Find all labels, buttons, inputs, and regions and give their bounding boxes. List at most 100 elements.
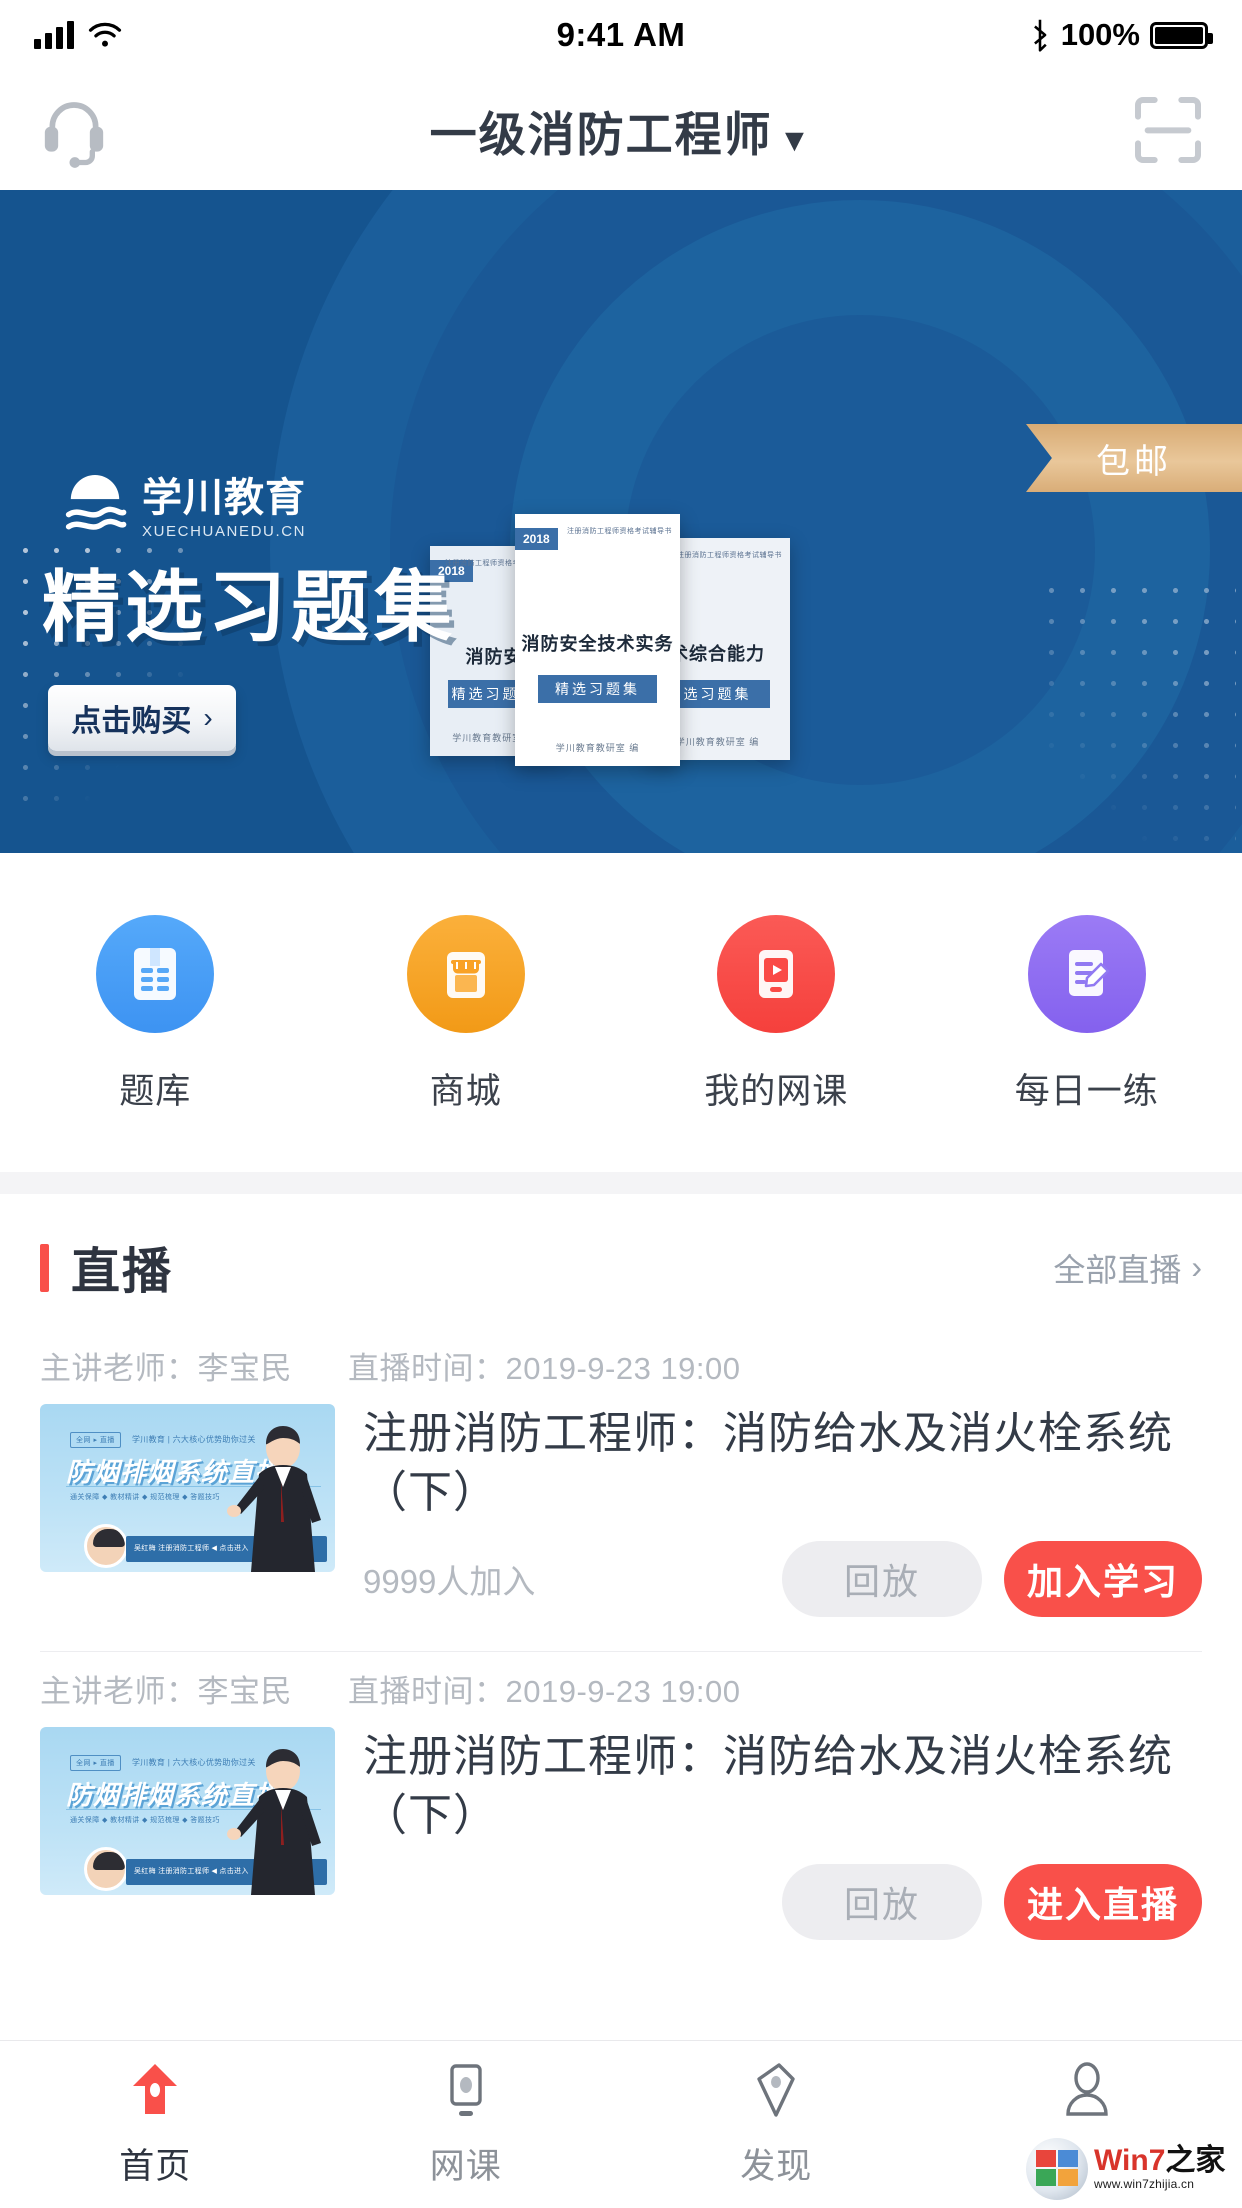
thumb-features: 通关保障 ◆ 教材精讲 ◆ 规范梳理 ◆ 答题技巧 — [70, 1815, 220, 1825]
book-top-line: 注册消防工程师资格考试辅导书 — [677, 550, 782, 560]
page-title[interactable]: 一级消防工程师▼ — [0, 96, 1242, 165]
book-top-line: 注册消防工程师资格考试辅导书 — [567, 526, 672, 536]
live-thumbnail[interactable]: 全网 ▸ 直播 学川教育 | 六大核心优势助你过关 防烟排烟系统直播 通关保障 … — [40, 1404, 335, 1572]
quick-nav-item-wangke[interactable]: 我的网课 — [621, 915, 932, 1114]
quick-nav-label: 商城 — [430, 1063, 502, 1114]
headset-icon[interactable] — [34, 90, 114, 170]
live-thumbnail[interactable]: 全网 ▸ 直播 学川教育 | 六大核心优势助你过关 防烟排烟系统直播 通关保障 … — [40, 1727, 335, 1895]
live-section-title: 直播 — [71, 1232, 173, 1303]
watermark-text: Win7之家 www.win7zhijia.cn — [1094, 2146, 1232, 2192]
app-header: 一级消防工程师▼ — [0, 70, 1242, 190]
buy-now-label: 点击购买 — [71, 696, 191, 740]
quick-nav-item-meiri[interactable]: 每日一练 — [932, 915, 1242, 1114]
tab-discover[interactable]: 发现 — [621, 2041, 932, 2208]
status-time: 9:41 AM — [0, 16, 1242, 54]
live-detail: 注册消防工程师：消防给水及消火栓系统（下） 回放 进入直播 — [363, 1727, 1202, 1940]
presenter-illustration — [223, 1422, 335, 1572]
free-shipping-ribbon: 包邮 — [1026, 424, 1242, 492]
bottom-tab-bar: 首页 网课 发现 我的 Win7之家 www.win7zhijia.cn — [0, 2040, 1242, 2208]
live-actions: 回放 进入直播 — [363, 1864, 1202, 1940]
teacher-avatar — [84, 1847, 128, 1891]
section-accent-bar — [40, 1244, 49, 1292]
banner-dot-pattern-right — [1036, 575, 1236, 853]
quick-nav-icon-bg — [407, 915, 525, 1033]
page-title-text: 一级消防工程师 — [430, 108, 773, 161]
tab-home[interactable]: 首页 — [0, 2041, 311, 2208]
live-time: 直播时间：2019-9-23 19:00 — [348, 1343, 741, 1388]
tab-label: 发现 — [740, 2138, 812, 2189]
live-body: 全网 ▸ 直播 学川教育 | 六大核心优势助你过关 防烟排烟系统直播 通关保障 … — [40, 1404, 1202, 1617]
pen-paper-icon — [1060, 944, 1114, 1004]
watermark-overlay: Win7之家 www.win7zhijia.cn — [1020, 2132, 1238, 2206]
live-body: 全网 ▸ 直播 学川教育 | 六大核心优势助你过关 防烟排烟系统直播 通关保障 … — [40, 1727, 1202, 1940]
tab-label: 首页 — [119, 2138, 191, 2189]
tab-courses[interactable]: 网课 — [311, 2041, 622, 2208]
brand-name-en: XUECHUANEDU.CN — [142, 524, 306, 539]
banner-headline: 精选习题集 — [42, 545, 457, 657]
teacher-avatar — [84, 1524, 128, 1568]
book-subtitle: 精选习题集 — [538, 675, 657, 703]
promo-banner[interactable]: 包邮 2018 注册消防工程师资格考试辅导书 消防安 精选习题集 学川教育教研室… — [0, 190, 1242, 853]
thumb-features: 通关保障 ◆ 教材精讲 ◆ 规范梳理 ◆ 答题技巧 — [70, 1492, 220, 1502]
person-icon — [1056, 2060, 1118, 2122]
watermark-line1-b: 之家 — [1165, 2144, 1225, 2177]
quick-nav-label: 题库 — [119, 1063, 191, 1114]
quick-nav-icon-bg — [96, 915, 214, 1033]
brand-name-cn: 学川教育 — [142, 478, 306, 518]
quick-nav-label: 我的网课 — [704, 1063, 848, 1114]
live-meta: 主讲老师：李宝民 直播时间：2019-9-23 19:00 — [40, 1329, 1202, 1404]
free-shipping-label: 包邮 — [1096, 434, 1172, 483]
live-joined-count: 9999人加入 — [363, 1555, 535, 1603]
chevron-down-icon: ▼ — [779, 122, 813, 158]
book-icon — [128, 944, 182, 1004]
brand-logo: 学川教育 XUECHUANEDU.CN — [62, 475, 306, 541]
live-teacher: 主讲老师：李宝民 — [40, 1343, 292, 1388]
windows-logo-icon — [1026, 2138, 1088, 2200]
book-subtitle: 选习题集 — [665, 680, 769, 708]
scan-qr-icon[interactable] — [1128, 90, 1208, 170]
enter-live-button[interactable]: 进入直播 — [1004, 1864, 1202, 1940]
status-bar: 9:41 AM 100% — [0, 0, 1242, 70]
live-section-header: 直播 全部直播 › — [0, 1194, 1242, 1329]
store-icon — [439, 944, 493, 1004]
live-title: 注册消防工程师：消防给水及消火栓系统（下） — [363, 1404, 1202, 1523]
quick-nav-icon-bg — [717, 915, 835, 1033]
live-list-item[interactable]: 主讲老师：李宝民 直播时间：2019-9-23 19:00 全网 ▸ 直播 学川… — [0, 1652, 1242, 1940]
live-actions: 9999人加入 回放 加入学习 — [363, 1541, 1202, 1617]
section-divider — [0, 1172, 1242, 1194]
wave-logo-icon — [62, 475, 128, 541]
tag-icon — [745, 2060, 807, 2122]
replay-button[interactable]: 回放 — [782, 1864, 982, 1940]
chevron-right-icon: › — [1191, 1249, 1202, 1286]
all-live-link[interactable]: 全部直播 › — [1053, 1245, 1202, 1291]
battery-full-icon — [1150, 22, 1208, 49]
live-list-item[interactable]: 主讲老师：李宝民 直播时间：2019-9-23 19:00 全网 ▸ 直播 学川… — [0, 1329, 1242, 1617]
book-year: 2018 — [515, 528, 558, 550]
quick-nav-item-tiku[interactable]: 题库 — [0, 915, 311, 1114]
live-meta: 主讲老师：李宝民 直播时间：2019-9-23 19:00 — [40, 1652, 1202, 1727]
tab-label: 网课 — [430, 2138, 502, 2189]
replay-button[interactable]: 回放 — [782, 1541, 982, 1617]
book-cover-center: 2018 注册消防工程师资格考试辅导书 消防安全技术实务 精选习题集 学川教育教… — [515, 514, 680, 766]
video-icon — [749, 944, 803, 1004]
presenter-illustration — [223, 1745, 335, 1895]
live-detail: 注册消防工程师：消防给水及消火栓系统（下） 9999人加入 回放 加入学习 — [363, 1404, 1202, 1617]
book-stack: 2018 注册消防工程师资格考试辅导书 消防安 精选习题集 学川教育教研室 编 … — [430, 490, 790, 770]
live-teacher: 主讲老师：李宝民 — [40, 1666, 292, 1711]
all-live-label: 全部直播 — [1053, 1245, 1181, 1291]
join-study-button[interactable]: 加入学习 — [1004, 1541, 1202, 1617]
watermark-line1-a: Win7 — [1094, 2144, 1165, 2177]
home-icon — [124, 2060, 186, 2122]
thumb-tag: 全网 ▸ 直播 — [70, 1432, 121, 1448]
book-editor: 学川教育教研室 编 — [515, 741, 680, 754]
video-tab-icon — [435, 2060, 497, 2122]
buy-now-button[interactable]: 点击购买 › — [48, 685, 236, 751]
live-title: 注册消防工程师：消防给水及消火栓系统（下） — [363, 1727, 1202, 1846]
quick-nav-icon-bg — [1028, 915, 1146, 1033]
live-time: 直播时间：2019-9-23 19:00 — [348, 1666, 741, 1711]
quick-nav: 题库 商城 我的网课 — [0, 853, 1242, 1172]
book-title: 消防安全技术实务 — [515, 630, 680, 656]
quick-nav-item-shangcheng[interactable]: 商城 — [311, 915, 622, 1114]
quick-nav-label: 每日一练 — [1015, 1063, 1159, 1114]
thumb-tag: 全网 ▸ 直播 — [70, 1755, 121, 1771]
